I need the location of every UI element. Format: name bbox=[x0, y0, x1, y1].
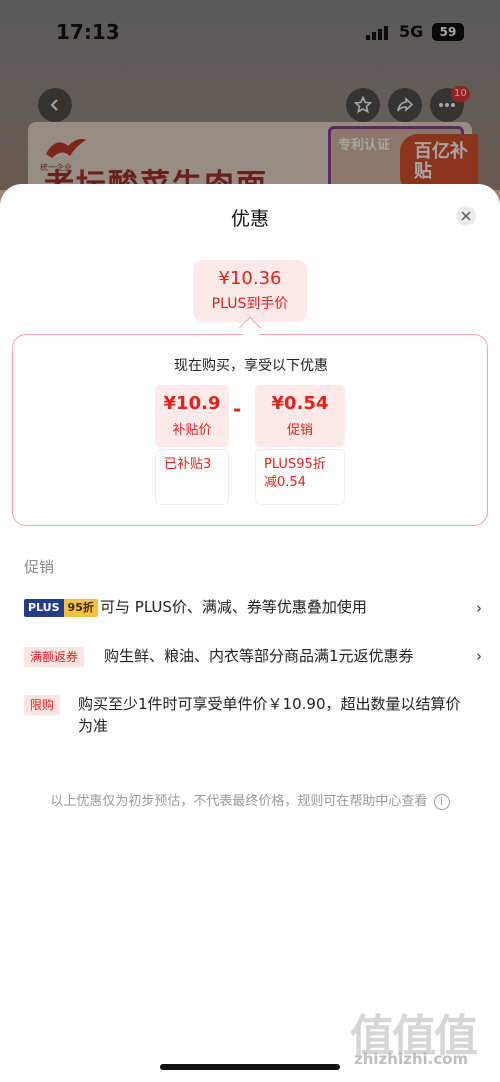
chevron-right-icon: › bbox=[476, 647, 482, 665]
promotions-section-label: 促销 bbox=[24, 558, 55, 576]
plus-tag-label: PLUS bbox=[24, 599, 64, 617]
promo-row-purchase-limit: 限购 购买至少1件时可享受单件价￥10.90，超出数量以结算价为准 bbox=[24, 692, 482, 740]
home-indicator[interactable] bbox=[160, 1064, 340, 1070]
close-icon bbox=[461, 211, 471, 221]
promotion-detail: PLUS95折减0.54 bbox=[255, 449, 345, 505]
watermark-text: zhizhizhi.com bbox=[354, 1050, 469, 1068]
plus-tag-discount: 95折 bbox=[63, 599, 98, 617]
final-price-amount: ¥10.36 bbox=[218, 268, 282, 289]
chevron-right-icon: › bbox=[476, 599, 482, 617]
promo-text: 可与 PLUS价、满减、券等优惠叠加使用 bbox=[100, 598, 367, 616]
close-button[interactable] bbox=[456, 206, 476, 226]
promo-text: 购买至少1件时可享受单件价￥10.90，超出数量以结算价为准 bbox=[78, 695, 461, 735]
disclaimer-text: 以上优惠仅为初步预估，不代表最终价格，规则可在帮助中心查看 bbox=[50, 794, 428, 809]
plus-final-price: ¥10.36 PLUS到手价 bbox=[193, 260, 307, 322]
discount-sheet: 优惠 ¥10.36 PLUS到手价 现在购买，享受以下优惠 ¥10.9 补贴价 … bbox=[0, 184, 500, 1082]
minus-operator: - bbox=[233, 397, 242, 421]
promo-row-plus[interactable]: PLUS 95折 可与 PLUS价、满减、券等优惠叠加使用 › bbox=[24, 596, 482, 622]
watermark: 值值值 zhizhizhi.com bbox=[350, 1000, 496, 1072]
purchase-limit-tag: 限购 bbox=[24, 695, 61, 715]
info-icon[interactable]: i bbox=[433, 793, 450, 810]
promo-row-coupon-return[interactable]: 满额返券 购生鲜、粮油、内衣等部分商品满1元返优惠券 › bbox=[24, 644, 482, 670]
disclaimer: 以上优惠仅为初步预估，不代表最终价格，规则可在帮助中心查看 i bbox=[0, 790, 500, 810]
pointer-cover bbox=[243, 328, 259, 340]
subsidy-price-amount: ¥10.9 bbox=[163, 393, 221, 414]
promotion-amount: ¥0.54 bbox=[271, 393, 329, 414]
promo-text: 购生鲜、粮油、内衣等部分商品满1元返优惠券 bbox=[104, 647, 414, 665]
sheet-title: 优惠 bbox=[230, 208, 269, 230]
breakdown-title: 现在购买，享受以下优惠 bbox=[174, 358, 328, 374]
promotion-label: 促销 bbox=[286, 423, 313, 438]
plus-discount-tag: PLUS 95折 bbox=[24, 599, 98, 617]
final-price-label: PLUS到手价 bbox=[211, 296, 289, 312]
price-breakdown: 现在购买，享受以下优惠 ¥10.9 补贴价 - ¥0.54 促销 已补贴3 PL… bbox=[12, 334, 488, 526]
promotion-box: ¥0.54 促销 bbox=[255, 385, 345, 447]
subsidy-price-box: ¥10.9 补贴价 bbox=[155, 385, 229, 447]
coupon-return-tag: 满额返券 bbox=[24, 647, 85, 667]
subsidy-price-label: 补贴价 bbox=[172, 423, 212, 438]
subsidy-detail: 已补贴3 bbox=[155, 449, 229, 505]
